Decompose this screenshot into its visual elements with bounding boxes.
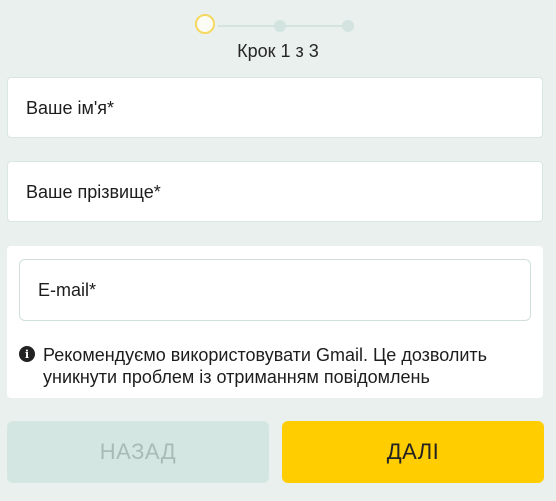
step-2-indicator: [274, 20, 286, 32]
back-button[interactable]: НАЗАД: [7, 421, 269, 483]
first-name-placeholder: Ваше ім'я*: [26, 98, 115, 118]
step-3-indicator: [342, 20, 354, 32]
last-name-placeholder: Ваше прізвище*: [26, 182, 161, 202]
step-label: Крок 1 з 3: [237, 41, 319, 61]
progress-stepper: [194, 13, 364, 39]
email-field[interactable]: E-mail*: [19, 259, 531, 321]
email-hint: i Рекомендуємо використовувати Gmail. Це…: [19, 344, 531, 388]
next-button-label: ДАЛІ: [386, 439, 440, 464]
next-button[interactable]: ДАЛІ: [282, 421, 544, 483]
email-hint-text: Рекомендуємо використовувати Gmail. Це д…: [43, 345, 488, 387]
first-name-field[interactable]: Ваше ім'я*: [7, 77, 543, 138]
email-placeholder: E-mail*: [38, 280, 97, 300]
info-icon: i: [19, 346, 35, 362]
last-name-field[interactable]: Ваше прізвище*: [7, 161, 543, 222]
email-card: E-mail* i Рекомендуємо використовувати G…: [7, 246, 543, 398]
step-1-indicator-active: [195, 14, 215, 34]
stepper-line: [284, 25, 344, 27]
back-button-label: НАЗАД: [99, 439, 177, 464]
stepper-line: [218, 25, 274, 27]
